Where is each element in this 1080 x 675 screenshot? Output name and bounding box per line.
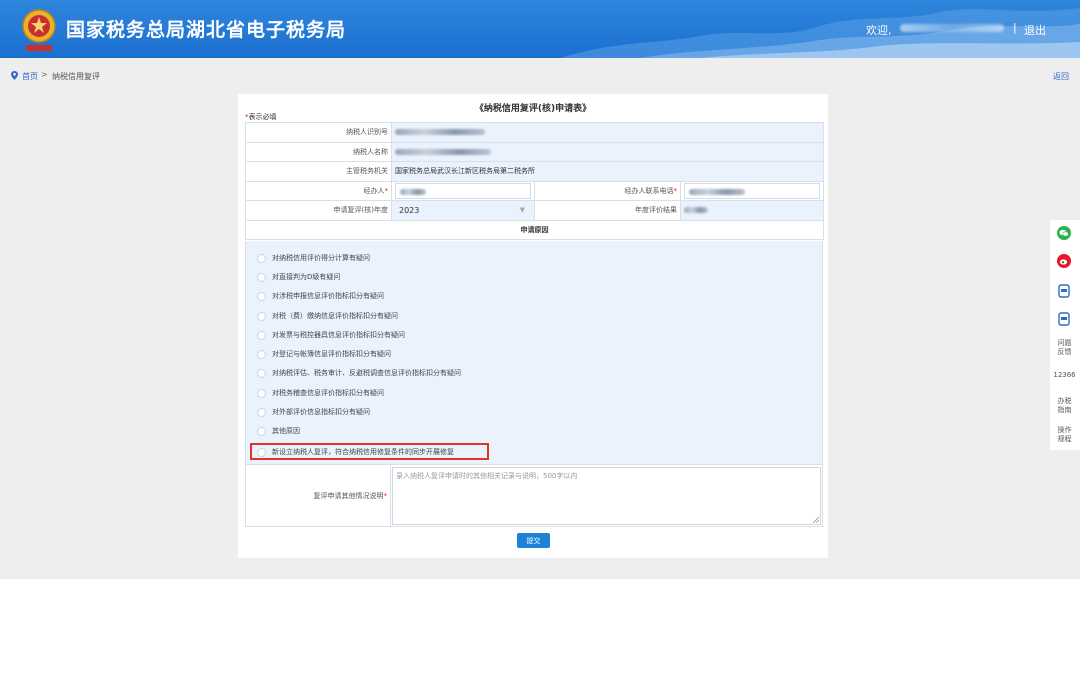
- reason-option[interactable]: 对发票与税控器具信息评价指标扣分有疑问: [257, 329, 405, 341]
- reason-label: 对纳税评估、税务审计、反避税调查信息评价指标扣分有疑问: [272, 369, 461, 377]
- reason-option[interactable]: 对涉税申报信息评价指标扣分有疑问: [257, 290, 384, 302]
- guide-link[interactable]: 办税 指南: [1049, 397, 1080, 415]
- radio-button[interactable]: [257, 407, 266, 417]
- reason-option[interactable]: 对税务稽查信息评价指标扣分有疑问: [257, 387, 384, 399]
- reason-option[interactable]: 对外部评价信息指标扣分有疑问: [257, 406, 370, 418]
- application-form-table: 纳税人识别号 纳税人名称 主管税务机关 国家税务总局武汉长江新区税务局第二税务所…: [244, 122, 825, 240]
- breadcrumb-separator: >: [41, 70, 48, 79]
- reason-label: 对发票与税控器具信息评价指标扣分有疑问: [272, 331, 405, 339]
- wechat-icon[interactable]: [1056, 225, 1072, 241]
- reason-option[interactable]: 对纳税评估、税务审计、反避税调查信息评价指标扣分有疑问: [257, 367, 461, 379]
- taxpayer-id-label: 纳税人识别号: [245, 122, 392, 143]
- welcome-text: 欢迎,: [866, 24, 892, 37]
- required-note-text: 表示必填: [248, 113, 277, 121]
- logout-link[interactable]: 退出: [1024, 22, 1046, 38]
- result-value: [679, 200, 825, 221]
- reason-label: 对登记与帐簿信息评价指标扣分有疑问: [272, 350, 391, 358]
- radio-button[interactable]: [257, 388, 266, 398]
- radio-button[interactable]: [257, 272, 266, 282]
- radio-button[interactable]: [257, 349, 266, 359]
- radio-button[interactable]: [257, 291, 266, 301]
- feedback-link[interactable]: 问题 反馈: [1049, 339, 1080, 357]
- taxpayer-name-label: 纳税人名称: [245, 141, 392, 162]
- desc-label: 复评申请其他情况说明 *: [245, 465, 391, 527]
- taxpayer-id-redacted: [395, 129, 485, 136]
- tax-emblem-icon: [22, 9, 56, 51]
- radio-button[interactable]: [257, 253, 266, 263]
- procedure-link[interactable]: 操作 规程: [1049, 426, 1080, 444]
- table-row: 纳税人名称: [245, 141, 825, 162]
- required-star: *: [673, 186, 678, 195]
- table-row: 经办人* 经办人联系电话*: [245, 180, 825, 201]
- agent-phone-redacted: [689, 188, 745, 195]
- taxpayer-name-value: [390, 141, 825, 162]
- weibo-icon[interactable]: [1056, 253, 1072, 269]
- desc-placeholder: 录入纳税人复评申请时的其他相关记录与说明，500字以内: [396, 472, 578, 480]
- form-title: 《纳税信用复评(核)申请表》: [474, 104, 592, 114]
- submit-button[interactable]: 提交: [517, 533, 550, 548]
- username-redacted: [900, 24, 1004, 32]
- reason-label: 对税（费）缴纳信息评价指标扣分有疑问: [272, 312, 398, 320]
- breadcrumb-current: 纳税信用复评: [52, 72, 100, 81]
- reason-label: 对直接判为D级有疑问: [272, 273, 341, 281]
- year-select[interactable]: 2023 ▼: [391, 200, 535, 221]
- radio-button[interactable]: [257, 330, 266, 340]
- agent-phone-input[interactable]: [684, 182, 821, 199]
- reason-label: 其他原因: [272, 427, 300, 435]
- required-star: *: [384, 186, 389, 195]
- year-select-value: 2023: [399, 205, 420, 215]
- hotline-link[interactable]: 12366: [1049, 371, 1080, 380]
- agent-phone-label: 经办人联系电话*: [534, 180, 681, 201]
- table-row: 纳税人识别号: [245, 122, 825, 143]
- table-row: 申请原因: [244, 219, 825, 240]
- result-redacted: [684, 207, 708, 214]
- breadcrumb-home[interactable]: 首页: [22, 71, 38, 82]
- agent-redacted: [400, 188, 426, 195]
- highlight-box: [250, 443, 489, 460]
- reason-label: 对税务稽查信息评价指标扣分有疑问: [272, 389, 384, 397]
- reason-label: 对纳税信用评价得分计算有疑问: [272, 254, 370, 262]
- app-icon[interactable]: [1056, 283, 1072, 299]
- reason-option[interactable]: 对纳税信用评价得分计算有疑问: [257, 252, 370, 264]
- site-title: 国家税务总局湖北省电子税务局: [66, 19, 347, 41]
- location-pin-icon: [11, 71, 18, 80]
- resize-handle-icon[interactable]: [813, 517, 819, 523]
- radio-button[interactable]: [257, 368, 266, 378]
- back-link[interactable]: 返回: [1053, 71, 1069, 82]
- radio-button[interactable]: [257, 426, 266, 436]
- agent-label-text: 经办人: [363, 186, 385, 195]
- taxpayer-name-redacted: [395, 148, 491, 155]
- required-star: *: [383, 491, 388, 500]
- agent-label: 经办人*: [245, 180, 392, 201]
- table-row: 申请复评(核)年度 2023 ▼ 年度评价结果: [245, 200, 825, 221]
- radio-button[interactable]: [257, 311, 266, 321]
- agent-input[interactable]: [395, 182, 531, 199]
- reason-label: 对外部评价信息指标扣分有疑问: [272, 408, 370, 416]
- reason-label: 对涉税申报信息评价指标扣分有疑问: [272, 292, 384, 300]
- app-icon[interactable]: [1056, 311, 1072, 327]
- desc-textarea[interactable]: 录入纳税人复评申请时的其他相关记录与说明，500字以内: [392, 467, 821, 525]
- reason-option[interactable]: 对直接判为D级有疑问: [257, 271, 340, 283]
- table-row: 主管税务机关 国家税务总局武汉长江新区税务局第二税务所: [245, 161, 825, 182]
- reason-option[interactable]: 对登记与帐簿信息评价指标扣分有疑问: [257, 348, 391, 360]
- reason-option[interactable]: 对税（费）缴纳信息评价指标扣分有疑问: [257, 310, 398, 322]
- desc-label-text: 复评申请其他情况说明: [313, 491, 384, 500]
- required-note: *表示必填: [245, 112, 277, 122]
- reason-section-header: 申请原因: [244, 219, 825, 240]
- taxpayer-id-value: [390, 122, 825, 143]
- tax-authority-value: 国家税务总局武汉长江新区税务局第二税务所: [390, 161, 825, 182]
- agent-phone-label-text: 经办人联系电话: [624, 186, 674, 195]
- year-label: 申请复评(核)年度: [245, 200, 392, 221]
- header-separator: |: [1013, 21, 1017, 34]
- reason-option[interactable]: 其他原因: [257, 425, 300, 437]
- agent-phone-cell: [679, 180, 825, 201]
- agent-cell: [391, 180, 535, 201]
- chevron-down-icon: ▼: [519, 205, 525, 214]
- result-label: 年度评价结果: [534, 200, 681, 221]
- tax-authority-label: 主管税务机关: [245, 161, 392, 182]
